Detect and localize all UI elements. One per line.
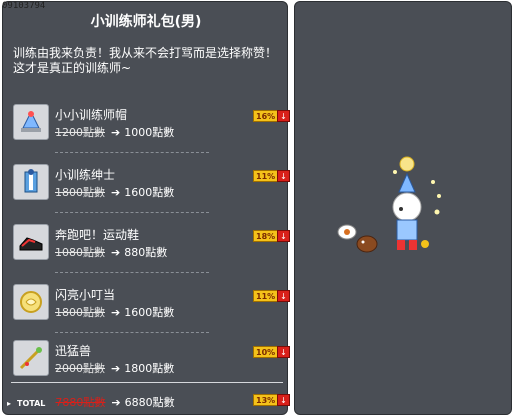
- divider: [55, 212, 209, 213]
- total-label: TOTAL: [17, 399, 46, 408]
- shoe-icon: [13, 224, 49, 260]
- down-arrow-icon: ↓: [277, 230, 290, 242]
- list-item[interactable]: 小小训练师帽 1200點數 ➔ 1000點數 16% ↓: [13, 102, 290, 148]
- down-arrow-icon: ↓: [277, 290, 290, 302]
- package-title: 小训练师礼包(男): [90, 14, 202, 30]
- ring-icon: [13, 284, 49, 320]
- down-arrow-icon: ↓: [277, 110, 290, 122]
- old-price: 1800點數: [55, 186, 105, 199]
- hat-icon: [13, 104, 49, 140]
- total-divider: [11, 382, 283, 383]
- arrow-right-icon: ➔: [111, 186, 121, 199]
- item-name: 小训练绅士: [55, 168, 116, 182]
- item-name: 迅猛兽: [55, 344, 92, 358]
- outfit-icon: [13, 164, 49, 200]
- discount-badge: 11% ↓: [253, 170, 290, 182]
- character-preview: [337, 156, 441, 253]
- down-arrow-icon: ↓: [277, 394, 290, 406]
- arrow-right-icon: ➔: [111, 396, 121, 409]
- divider: [55, 332, 209, 333]
- triangle-icon: ▸: [7, 399, 12, 408]
- arrow-right-icon: ➔: [111, 306, 121, 319]
- item-name: 小小训练师帽: [55, 108, 128, 122]
- discount-badge: 10% ↓: [253, 346, 290, 358]
- new-price: 880點數: [124, 246, 168, 259]
- new-price: 1600點數: [124, 306, 175, 319]
- down-arrow-icon: ↓: [277, 170, 290, 182]
- arrow-right-icon: ➔: [111, 246, 121, 259]
- pet-weapon-icon: [13, 340, 49, 376]
- package-info-panel: 小训练师礼包(男) 训练由我来负责！我从来不会打骂而是选择称赞！这才是真正的训练…: [2, 1, 290, 415]
- list-item[interactable]: 奔跑吧！运动鞋 1080點數 ➔ 880點數 18% ↓: [13, 222, 290, 268]
- old-price: 2000點數: [55, 362, 105, 375]
- list-item[interactable]: 小训练绅士 1800點數 ➔ 1600點數 11% ↓: [13, 162, 290, 208]
- discount-badge: 18% ↓: [253, 230, 290, 242]
- total-new-price: 6880點數: [124, 396, 175, 409]
- discount-badge: 16% ↓: [253, 110, 290, 122]
- preview-panel: [294, 1, 512, 415]
- package-description: 训练由我来负责！我从来不会打骂而是选择称赞！这才是真正的训练师~: [13, 46, 278, 75]
- old-price: 1800點數: [55, 306, 105, 319]
- item-name: 奔跑吧！运动鞋: [55, 228, 140, 242]
- old-price: 1080點數: [55, 246, 105, 259]
- new-price: 1000點數: [124, 126, 175, 139]
- old-price: 1200點數: [55, 126, 105, 139]
- item-name: 闪亮小叮当: [55, 288, 116, 302]
- new-price: 1800點數: [124, 362, 175, 375]
- item-id: 09103794: [2, 1, 46, 11]
- divider: [55, 272, 209, 273]
- list-item[interactable]: 迅猛兽 2000點數 ➔ 1800點數 10% ↓: [13, 338, 290, 384]
- arrow-right-icon: ➔: [111, 362, 121, 375]
- down-arrow-icon: ↓: [277, 346, 290, 358]
- new-price: 1600點數: [124, 186, 175, 199]
- arrow-right-icon: ➔: [111, 126, 121, 139]
- divider: [55, 152, 209, 153]
- discount-badge: 11% ↓: [253, 290, 290, 302]
- total-discount-badge: 13% ↓: [253, 394, 290, 406]
- list-item[interactable]: 闪亮小叮当 1800點數 ➔ 1600點數 11% ↓: [13, 282, 290, 328]
- total-row: ▸ TOTAL 7880點數 ➔ 6880點數: [7, 394, 175, 410]
- total-old-price: 7880點數: [55, 396, 106, 409]
